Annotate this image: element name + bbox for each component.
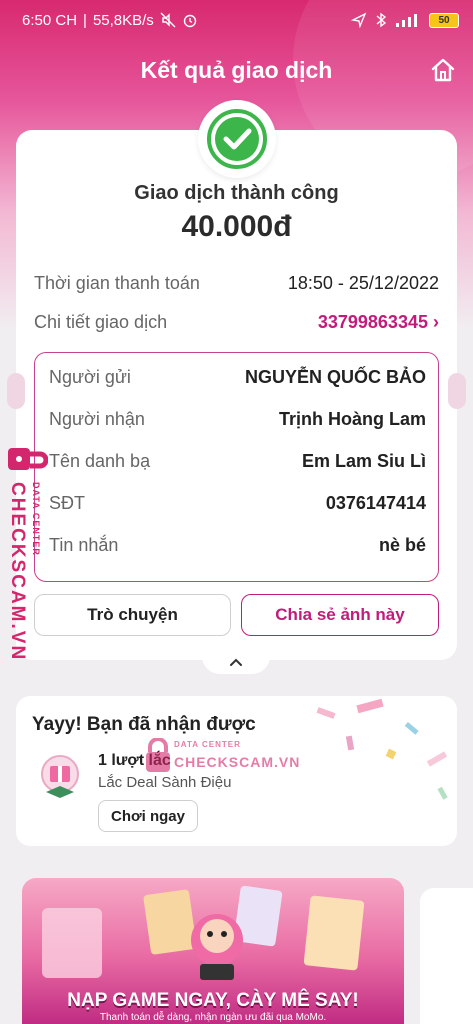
banner-artwork — [42, 885, 365, 980]
page-header: Kết quả giao dịch — [0, 48, 473, 92]
promo-banner[interactable]: NẠP GAME NGAY, CÀY MÊ SAY! Thanh toán dễ… — [22, 878, 404, 1024]
transaction-id: 33799863345 — [317, 312, 428, 332]
receiver-value: Trịnh Hoàng Lam — [278, 409, 426, 429]
payment-time-value: 18:50 - 25/12/2022 — [287, 273, 439, 293]
message-value: nè bé — [378, 535, 426, 555]
message-row: Tin nhắn nè bé — [49, 535, 426, 556]
chevron-right-icon: › — [433, 312, 439, 332]
payment-time-label: Thời gian thanh toán — [34, 273, 200, 293]
chevron-up-icon — [230, 658, 242, 666]
home-icon[interactable] — [429, 56, 457, 84]
phone-row: SĐT 0376147414 — [49, 493, 426, 514]
transaction-detail-label: Chi tiết giao dịch — [34, 312, 168, 332]
mute-icon — [160, 12, 176, 28]
watermark-brand: CHECKSCAM.VN — [7, 482, 28, 662]
watermark-center-brand: CHECKSCAM.VN — [174, 754, 301, 770]
play-now-button[interactable]: Chơi ngay — [98, 800, 198, 832]
transaction-detail-row[interactable]: Chi tiết giao dịch 33799863345 › — [34, 312, 439, 333]
contact-row: Tên danh bạ Em Lam Siu Lì — [49, 451, 426, 472]
page-title: Kết quả giao dịch — [140, 56, 333, 83]
message-label: Tin nhắn — [49, 535, 119, 555]
sender-label: Người gửi — [49, 367, 131, 387]
transaction-id-link[interactable]: 33799863345 › — [318, 312, 439, 333]
sender-value: NGUYỄN QUỐC BẢO — [244, 367, 426, 387]
receiver-row: Người nhận Trịnh Hoàng Lam — [49, 409, 426, 430]
battery-icon: 50 — [429, 12, 459, 28]
receiver-label: Người nhận — [49, 409, 145, 429]
status-time: 6:50 CH — [22, 11, 78, 29]
contact-value: Em Lam Siu Lì — [301, 451, 426, 471]
banner-subtext: Thanh toán dễ dàng, nhận ngàn ưu đãi qua… — [99, 1012, 327, 1023]
bluetooth-icon — [376, 12, 387, 28]
watermark-left: CHECKSCAM.VN DATA CENTER — [4, 442, 48, 661]
chat-button[interactable]: Trò chuyện — [34, 594, 231, 636]
transaction-details-box: Người gửi NGUYỄN QUỐC BẢO Người nhận Trị… — [34, 352, 439, 582]
battery-level: 50 — [438, 14, 450, 26]
payment-time-row: Thời gian thanh toán 18:50 - 25/12/2022 — [34, 273, 439, 294]
transaction-status: Giao dịch thành công — [134, 182, 339, 204]
reward-title: Yayy! Bạn đã nhận được — [32, 714, 256, 735]
watermark-center-tag: DATA CENTER — [174, 740, 241, 749]
contact-label: Tên danh bạ — [49, 451, 151, 471]
status-bar: 6:50 CH | 55,8KB/s 50 — [0, 0, 473, 40]
sender-row: Người gửi NGUYỄN QUỐC BẢO — [49, 367, 426, 388]
transaction-amount: 40.000đ — [181, 210, 292, 243]
watermark-center: DATA CENTER CHECKSCAM.VN — [144, 734, 304, 780]
banner-headline: NẠP GAME NGAY, CÀY MÊ SAY! — [67, 990, 359, 1011]
lock-icon — [8, 448, 48, 470]
phone-label: SĐT — [49, 493, 85, 513]
share-image-button[interactable]: Chia sẻ ảnh này — [241, 594, 439, 636]
lock-icon — [146, 738, 170, 772]
success-check-icon — [207, 109, 267, 169]
signal-icon — [396, 14, 417, 27]
next-banner-peek[interactable] — [420, 888, 473, 1024]
watermark-tag: DATA CENTER — [31, 482, 41, 556]
location-icon — [351, 12, 367, 28]
transaction-card: Giao dịch thành công 40.000đ Thời gian t… — [7, 100, 466, 660]
network-speed: 55,8KB/s — [92, 11, 154, 29]
shake-deal-icon — [41, 755, 79, 798]
collapse-toggle[interactable] — [202, 650, 270, 674]
success-badge — [198, 100, 276, 178]
confetti-decoration — [316, 698, 448, 800]
phone-value: 0376147414 — [325, 493, 426, 513]
alarm-icon — [183, 14, 197, 28]
